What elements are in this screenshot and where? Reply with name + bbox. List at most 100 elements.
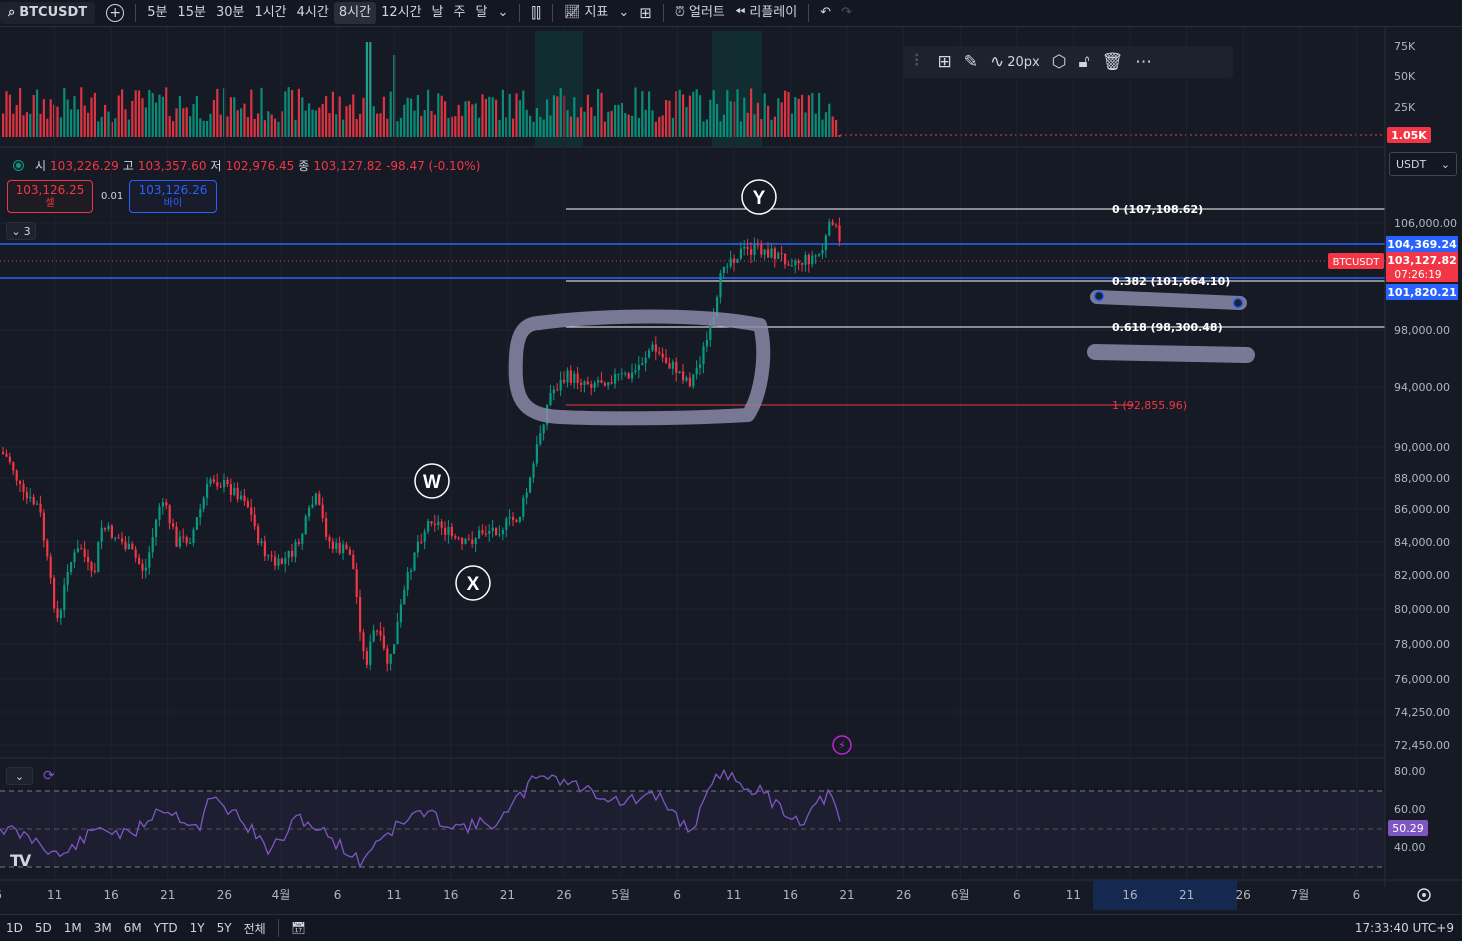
price-tick: 106,000.00 [1394, 217, 1457, 230]
volume-bar [240, 108, 243, 137]
settings-icon[interactable]: ⬡ [1052, 53, 1067, 71]
candle-body [229, 484, 232, 495]
time-tick: 6 [1013, 888, 1021, 902]
candle-body [192, 529, 195, 543]
wave-label-w[interactable]: W [414, 463, 450, 499]
rsi-collapse-button[interactable]: ⌄ [6, 767, 33, 785]
range-all[interactable]: 전체 [238, 920, 272, 937]
interval-week[interactable]: 주 [449, 0, 471, 27]
range-3m[interactable]: 3M [88, 921, 118, 935]
highlighter-stroke[interactable] [1090, 290, 1247, 310]
interval-8h[interactable]: 8시간 [333, 2, 377, 24]
interval-month[interactable]: 달 [470, 0, 492, 27]
interval-30m[interactable]: 30분 [211, 0, 250, 27]
svg-text:101,820.21: 101,820.21 [1387, 286, 1457, 299]
candle-body [223, 480, 226, 488]
event-lightning-icon[interactable]: ⚡︎ [832, 735, 852, 755]
candle-body [141, 563, 144, 571]
candle-body [93, 570, 96, 572]
trash-icon[interactable]: 🗑︎ [1102, 53, 1124, 71]
volume-bar [661, 115, 664, 137]
range-5d[interactable]: 5D [29, 921, 58, 935]
redo-button[interactable]: ↷ [836, 0, 857, 27]
line-width-button[interactable]: ∿ 20px [990, 53, 1040, 71]
interval-5m[interactable]: 5분 [142, 0, 172, 27]
grid-icon: ⊞ [639, 4, 652, 22]
volume-bar [22, 115, 25, 137]
anchor-handle[interactable] [1093, 290, 1105, 302]
wave-label-x[interactable]: X [455, 565, 491, 601]
undo-button[interactable]: ↶ [815, 0, 836, 27]
volume-bar [15, 104, 18, 137]
alert-button[interactable]: ⏰︎ 얼러트 [670, 0, 730, 27]
drag-handle-icon[interactable]: ⠇ [913, 53, 925, 71]
range-1y[interactable]: 1Y [184, 921, 211, 935]
time-tick: 11 [1066, 888, 1081, 902]
range-5y[interactable]: 5Y [211, 921, 238, 935]
volume-bar [165, 87, 168, 137]
indicators-label: 지표 [584, 5, 609, 20]
candle-body [389, 653, 392, 664]
candle-body [692, 374, 695, 387]
candle-body [556, 389, 559, 391]
volume-bar [471, 104, 474, 137]
time-tick: 6월 [951, 888, 970, 902]
volume-bar [457, 104, 460, 137]
layouts-button[interactable]: ⊞ [634, 0, 657, 27]
highlighter-stroke[interactable] [1087, 344, 1255, 363]
volume-bar [314, 110, 317, 137]
candle-body [274, 556, 277, 566]
interval-dropdown[interactable]: ⌄ [492, 0, 513, 27]
replay-button[interactable]: ⏪︎ 리플레이 [730, 0, 802, 27]
sell-button[interactable]: 103,126.25 셀 [7, 180, 93, 213]
volume-bar [702, 121, 705, 137]
volume-bar [648, 91, 651, 137]
range-1m[interactable]: 1M [58, 921, 88, 935]
volume-bar [831, 116, 834, 137]
clock[interactable]: 17:33:40 UTC+9 [1355, 921, 1462, 935]
divider [662, 4, 664, 22]
indicator-collapse-button[interactable]: ⌄ 3 [6, 222, 36, 240]
interval-4h[interactable]: 4시간 [292, 0, 334, 27]
volume-bar [263, 120, 266, 137]
range-ytd[interactable]: YTD [148, 921, 184, 935]
refresh-icon[interactable]: ⟳ [43, 768, 55, 784]
pencil-icon[interactable]: ✎ [964, 53, 978, 71]
price-tick: 78,000.00 [1394, 638, 1450, 651]
interval-12h[interactable]: 12시간 [376, 0, 426, 27]
goto-date-button[interactable]: 📅︎ [285, 921, 312, 935]
indicators-button[interactable]: 📈︎ 지표 [559, 0, 613, 27]
volume-bar [199, 118, 202, 137]
lock-icon[interactable]: 🔓︎ [1079, 53, 1090, 71]
chart-type-button[interactable]: ⫿⫿ [526, 0, 546, 27]
candle-body [393, 644, 396, 654]
high-value: 103,357.60 [137, 158, 207, 173]
interval-15m[interactable]: 15분 [172, 0, 211, 27]
interval-1h[interactable]: 1시간 [249, 0, 291, 27]
indicators-dropdown[interactable]: ⌄ [613, 0, 634, 27]
settings-gear-icon[interactable] [1417, 888, 1431, 902]
volume-bar [529, 115, 532, 137]
wave-label-y[interactable]: Y [741, 179, 777, 215]
anchor-handle[interactable] [1232, 297, 1244, 309]
candle-body [457, 537, 460, 539]
candle-body [750, 248, 753, 255]
currency-select[interactable]: USDT ⌄ [1389, 152, 1457, 176]
symbol-search-button[interactable]: ⌕ BTCUSDT [0, 2, 96, 24]
more-icon[interactable]: ⋯ [1135, 53, 1152, 71]
price-tick: 84,000.00 [1394, 536, 1450, 549]
volume-bar [760, 119, 763, 137]
open-value: 103,226.29 [50, 158, 119, 173]
candle-body [780, 253, 783, 255]
volume-bar [801, 94, 804, 137]
status-dot-icon[interactable] [14, 161, 23, 170]
candle-body [277, 558, 280, 566]
template-icon[interactable]: ⊞ [937, 53, 951, 71]
interval-day[interactable]: 날 [427, 0, 449, 27]
svg-text:W: W [423, 472, 441, 493]
range-1d[interactable]: 1D [0, 921, 29, 935]
buy-button[interactable]: 103,126.26 바이 [129, 180, 217, 213]
range-6m[interactable]: 6M [118, 921, 148, 935]
candle-body [80, 548, 83, 550]
compare-symbol-button[interactable]: + [101, 0, 129, 27]
